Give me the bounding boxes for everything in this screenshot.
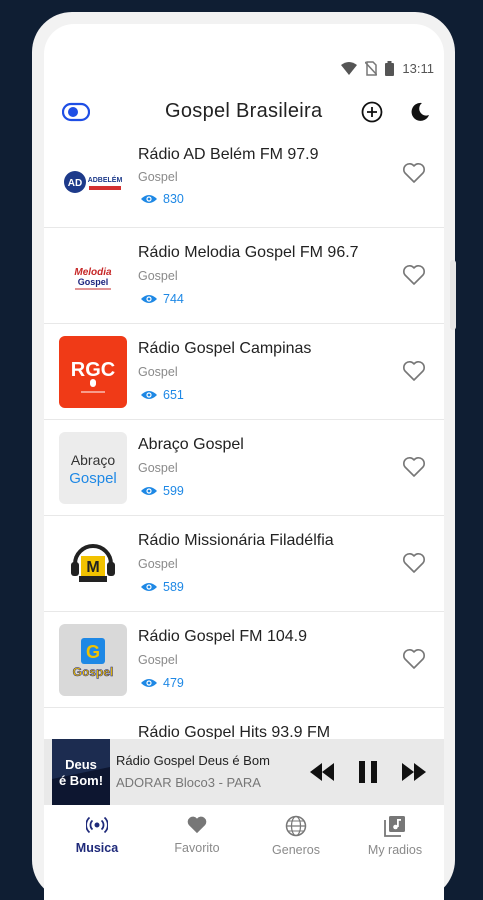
views-count-group: 479: [140, 676, 184, 690]
nav-label: Favorito: [174, 841, 220, 855]
favorite-heart-icon[interactable]: [402, 456, 426, 478]
favorite-heart-icon[interactable]: [402, 552, 426, 574]
eye-icon: [141, 679, 157, 687]
station-genre: Gospel: [138, 170, 178, 184]
views-count-group: 651: [140, 388, 184, 402]
wifi-icon: [341, 61, 358, 75]
nav-item-generos[interactable]: Generos: [251, 815, 341, 857]
status-time: 13:11: [402, 60, 434, 76]
moon-icon: [411, 102, 429, 121]
station-name: Rádio AD Belém FM 97.9: [138, 146, 319, 163]
station-genre: Gospel: [138, 365, 178, 379]
station-row[interactable]: G Gospel Rádio Gospel FM 104.9 Gospel 47…: [44, 612, 444, 708]
svg-text:M: M: [86, 559, 99, 576]
station-logo: AD ADBELÉM: [59, 146, 127, 218]
svg-text:Gospel: Gospel: [78, 277, 109, 287]
views-count: 589: [163, 580, 184, 594]
nav-label: Generos: [272, 843, 320, 857]
station-row[interactable]: Abraço Gospel Abraço Gospel Gospel 599: [44, 420, 444, 516]
svg-text:AD: AD: [68, 178, 82, 189]
pause-icon: [359, 761, 377, 783]
station-name: Rádio Melodia Gospel FM 96.7: [138, 244, 359, 261]
svg-text:Gospel: Gospel: [69, 470, 117, 487]
eye-icon: [141, 295, 157, 303]
views-count-group: 830: [140, 192, 184, 206]
views-count: 651: [163, 388, 184, 402]
station-name: Rádio Gospel FM 104.9: [138, 628, 307, 645]
fast-forward-icon: [402, 763, 426, 781]
rewind-button[interactable]: [308, 759, 336, 785]
station-name: Rádio Gospel Campinas: [138, 340, 312, 357]
svg-text:Deus: Deus: [65, 757, 97, 772]
eye-icon: [141, 195, 157, 203]
views-count: 599: [163, 484, 184, 498]
battery-icon: [385, 60, 395, 76]
station-logo: Melodia Gospel: [59, 240, 127, 312]
station-logo: M: [59, 528, 127, 600]
station-row[interactable]: M Rádio Missionária Filadélfia Gospel 58…: [44, 516, 444, 612]
plus-circle-icon: [361, 101, 383, 123]
rewind-icon: [310, 763, 334, 781]
station-logo: RGC: [59, 336, 127, 408]
views-count-group: 744: [140, 292, 184, 306]
nav-item-my-radios[interactable]: My radios: [350, 815, 440, 857]
svg-text:Abraço: Abraço: [71, 452, 116, 468]
phone-side-button: [450, 260, 456, 330]
radio-waves-icon: [86, 816, 108, 834]
views-count: 830: [163, 192, 184, 206]
music-library-icon: [384, 816, 405, 837]
station-row[interactable]: AD ADBELÉM Rádio AD Belém FM 97.9 Gospel…: [44, 140, 444, 228]
station-genre: Gospel: [138, 269, 178, 283]
station-name: Rádio Missionária Filadélfia: [138, 532, 334, 549]
pause-button[interactable]: [356, 759, 380, 785]
views-count-group: 589: [140, 580, 184, 594]
toggle-switch-icon[interactable]: [61, 102, 91, 122]
favorite-heart-icon[interactable]: [402, 264, 426, 286]
app-bar: Gospel Brasileira: [44, 92, 444, 134]
svg-text:G: G: [86, 642, 100, 662]
station-row[interactable]: RGC Rádio Gospel Campinas Gospel 651: [44, 324, 444, 420]
favorite-heart-icon[interactable]: [402, 360, 426, 382]
player-subtitle: ADORAR Bloco3 - PARA: [116, 775, 261, 790]
station-logo: Abraço Gospel: [59, 432, 127, 504]
nav-item-musica[interactable]: Musica: [52, 815, 142, 855]
station-name: Abraço Gospel: [138, 436, 244, 453]
nav-item-favorito[interactable]: Favorito: [152, 815, 242, 855]
nav-label: My radios: [367, 843, 423, 857]
fast-forward-button[interactable]: [400, 759, 428, 785]
player-artwork: Deus é Bom!: [52, 739, 110, 805]
svg-text:Gospel: Gospel: [73, 665, 114, 679]
eye-icon: [141, 391, 157, 399]
svg-text:RGC: RGC: [71, 359, 115, 381]
no-sim-icon: [365, 60, 378, 76]
favorite-heart-icon[interactable]: [402, 648, 426, 670]
eye-icon: [141, 487, 157, 495]
favorite-heart-icon[interactable]: [402, 162, 426, 184]
station-genre: Gospel: [138, 653, 178, 667]
globe-icon: [285, 815, 307, 837]
station-list[interactable]: AD ADBELÉM Rádio AD Belém FM 97.9 Gospel…: [44, 140, 444, 744]
add-station-button[interactable]: [360, 100, 384, 124]
mini-player[interactable]: Deus é Bom! Rádio Gospel Deus é Bom ADOR…: [44, 739, 444, 805]
station-genre: Gospel: [138, 557, 178, 571]
dark-mode-button[interactable]: [408, 100, 432, 124]
status-bar: 13:11: [44, 54, 444, 82]
bottom-navigation: Musica Favorito Generos My radios: [44, 805, 444, 875]
phone-screen: 13:11 Gospel Brasileira AD ADBELÉM Rádio…: [44, 24, 444, 900]
svg-text:ADBELÉM: ADBELÉM: [88, 175, 123, 184]
views-count: 479: [163, 676, 184, 690]
views-count: 744: [163, 292, 184, 306]
views-count-group: 599: [140, 484, 184, 498]
station-row[interactable]: Melodia Gospel Rádio Melodia Gospel FM 9…: [44, 228, 444, 324]
station-genre: Gospel: [138, 461, 178, 475]
heart-icon: [187, 816, 207, 834]
eye-icon: [141, 583, 157, 591]
nav-label: Musica: [75, 841, 119, 855]
svg-text:é Bom!: é Bom!: [59, 773, 103, 788]
page-title: Gospel Brasileira: [165, 100, 323, 122]
player-title: Rádio Gospel Deus é Bom: [116, 753, 270, 768]
station-logo: G Gospel: [59, 624, 127, 696]
